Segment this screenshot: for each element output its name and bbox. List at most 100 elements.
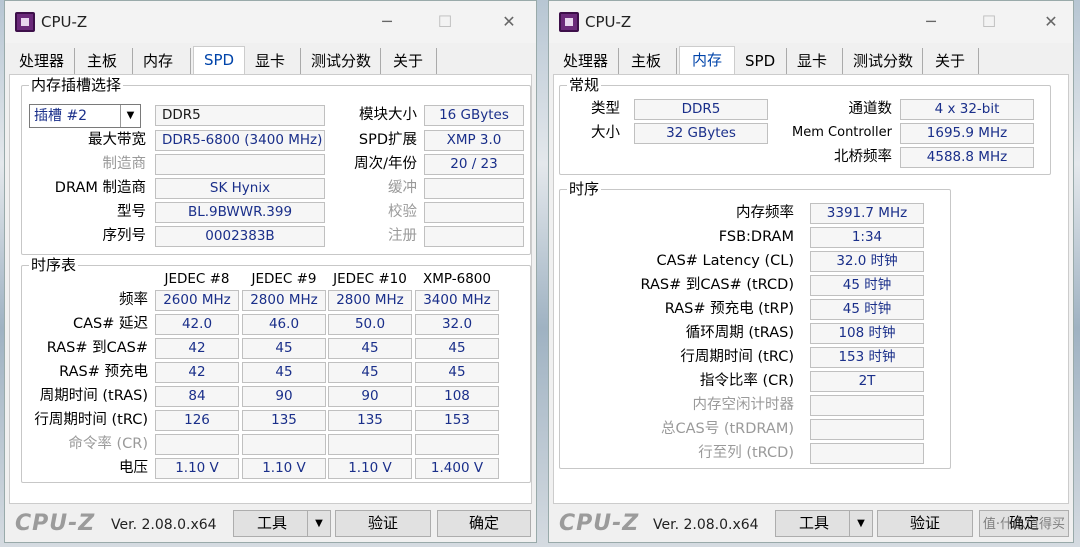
timing-cell: 42 [155, 362, 239, 383]
module-size-label: 模块大小 [359, 107, 417, 123]
bottom-bar: CPU-Z Ver. 2.08.0.x64 工具 ▼ 验证 确定 值·什么值得买 [549, 504, 1073, 542]
title-bar[interactable]: CPU-Z ─ ☐ ✕ [5, 1, 536, 43]
cpuz-spd-window: CPU-Z ─ ☐ ✕ 处理器 主板 内存 SPD 显卡 测试分数 关于 内存插… [4, 0, 537, 543]
manufacturer-label: 制造商 [102, 156, 147, 172]
timing-cell: 50.0 [328, 314, 412, 335]
chevron-down-icon[interactable]: ▼ [120, 105, 140, 127]
timing-cell: 135 [242, 410, 326, 431]
timing-row-label: 周期时间 (tRAS) [39, 388, 148, 404]
tab-about[interactable]: 关于 [389, 48, 437, 74]
serial-label: 序列号 [102, 228, 147, 244]
timing-label: 内存频率 [736, 205, 794, 221]
max-bandwidth: DDR5-6800 (3400 MHz) [155, 130, 325, 151]
timing-column-header: JEDEC #9 [251, 271, 317, 287]
tab-graphics[interactable]: 显卡 [251, 48, 301, 74]
timing-cell: 45 [328, 338, 412, 359]
tools-button[interactable]: 工具 [775, 510, 853, 537]
timing-cell: 2600 MHz [155, 290, 239, 311]
ok-button[interactable]: 确定 [437, 510, 531, 537]
timing-row-label: RAS# 预充电 [59, 364, 148, 380]
timing-cell: 46.0 [242, 314, 326, 335]
close-icon[interactable]: ✕ [495, 9, 523, 35]
timing-cell: 1.400 V [415, 458, 499, 479]
tab-memory[interactable]: 内存 [679, 46, 735, 76]
week-year-label: 周次/年份 [354, 156, 417, 172]
tab-cpu[interactable]: 处理器 [15, 48, 75, 74]
timing-value: 45 时钟 [810, 275, 924, 296]
buffered [424, 178, 524, 199]
timing-row-label: 行周期时间 (tRC) [34, 412, 148, 428]
timing-cell: 2800 MHz [328, 290, 412, 311]
tools-dropdown-icon[interactable]: ▼ [849, 510, 873, 537]
tab-mainboard[interactable]: 主板 [83, 48, 133, 74]
validate-button[interactable]: 验证 [335, 510, 431, 537]
mem-controller-label: Mem Controller [792, 125, 892, 140]
cpuz-app-icon [559, 12, 579, 32]
timing-cell: 1.10 V [155, 458, 239, 479]
dram-mfr-label: DRAM 制造商 [54, 180, 146, 196]
cpuz-logo: CPU-Z [559, 511, 640, 536]
channels-label: 通道数 [848, 101, 893, 117]
tab-about[interactable]: 关于 [931, 48, 979, 74]
validate-button[interactable]: 验证 [877, 510, 973, 537]
timing-cell [155, 434, 239, 455]
timing-cell [328, 434, 412, 455]
title-bar[interactable]: CPU-Z ─ ☐ ✕ [549, 1, 1073, 43]
timing-cell: 3400 MHz [415, 290, 499, 311]
timing-cell: 32.0 [415, 314, 499, 335]
timing-label: FSB:DRAM [718, 229, 794, 245]
timing-cell: 42 [155, 338, 239, 359]
timing-cell: 45 [242, 362, 326, 383]
timing-cell: 84 [155, 386, 239, 407]
part-number: BL.9BWWR.399 [155, 202, 325, 223]
size-value: 32 GBytes [634, 123, 768, 144]
tab-bench[interactable]: 测试分数 [307, 48, 381, 74]
mem-controller-value: 1695.9 MHz [900, 123, 1034, 144]
tab-bar: 处理器 主板 内存 SPD 显卡 测试分数 关于 [553, 46, 1069, 76]
cpuz-app-icon [15, 12, 35, 32]
timing-row-label: 电压 [119, 460, 148, 476]
tab-mainboard[interactable]: 主板 [627, 48, 677, 74]
maximize-icon: ☐ [437, 12, 453, 31]
cpuz-logo: CPU-Z [15, 511, 96, 536]
timing-value: 45 时钟 [810, 299, 924, 320]
dram-mfr: SK Hynix [155, 178, 325, 199]
timing-label: 总CAS号 (tRDRAM) [660, 421, 794, 437]
timing-cell: 1.10 V [242, 458, 326, 479]
northbridge-label: 北桥频率 [834, 149, 892, 165]
timing-label: 行至列 (tRCD) [698, 445, 794, 461]
tab-memory[interactable]: 内存 [139, 48, 191, 74]
timing-value: 3391.7 MHz [810, 203, 924, 224]
window-title: CPU-Z [585, 13, 632, 31]
tab-graphics[interactable]: 显卡 [793, 48, 843, 74]
window-title: CPU-Z [41, 13, 88, 31]
timing-column-header: JEDEC #10 [333, 271, 407, 287]
tab-bar: 处理器 主板 内存 SPD 显卡 测试分数 关于 [9, 46, 532, 76]
tab-cpu[interactable]: 处理器 [559, 48, 619, 74]
memory-panel: 常规 类型 DDR5 通道数 4 x 32-bit 大小 32 GBytes M… [553, 74, 1069, 504]
timing-row-label: RAS# 到CAS# [46, 340, 148, 356]
minimize-icon[interactable]: ─ [373, 9, 401, 35]
close-icon[interactable]: ✕ [1037, 9, 1065, 35]
version-label: Ver. 2.08.0.x64 [111, 517, 217, 533]
timings-group-title: 时序 [567, 180, 602, 198]
memory-type-value: DDR5 [634, 99, 768, 120]
tools-button[interactable]: 工具 [233, 510, 311, 537]
tab-spd[interactable]: SPD [193, 46, 245, 76]
serial-number: 0002383B [155, 226, 325, 247]
module-size: 16 GBytes [424, 105, 524, 126]
timing-cell: 108 [415, 386, 499, 407]
max-bandwidth-label: 最大带宽 [88, 132, 146, 148]
minimize-icon[interactable]: ─ [917, 9, 945, 35]
correction [424, 202, 524, 223]
timing-cell [415, 434, 499, 455]
watermark: 值·什么值得买 [982, 517, 1065, 532]
northbridge-value: 4588.8 MHz [900, 147, 1034, 168]
tab-bench[interactable]: 测试分数 [849, 48, 923, 74]
slot-select[interactable]: 插槽 #2 ▼ [29, 104, 141, 128]
timing-cell: 45 [242, 338, 326, 359]
tools-dropdown-icon[interactable]: ▼ [307, 510, 331, 537]
tab-spd[interactable]: SPD [741, 48, 787, 74]
timing-cell: 45 [415, 338, 499, 359]
spd-ext: XMP 3.0 [424, 130, 524, 151]
